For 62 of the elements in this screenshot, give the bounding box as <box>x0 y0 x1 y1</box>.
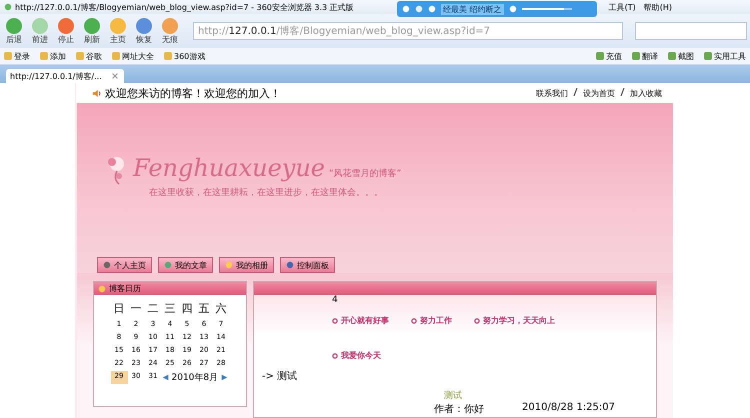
track-title: 经最美 绍约断之 <box>441 4 504 14</box>
bullet-icon <box>411 318 417 324</box>
top-link[interactable]: 设为首页 <box>583 88 615 98</box>
stop-button[interactable]: 停止 <box>55 18 77 44</box>
slash-divider-icon <box>620 88 625 96</box>
bookmark-link[interactable]: 谷歌 <box>76 50 102 62</box>
weekday-label: 二 <box>146 301 160 316</box>
blog-motto: 在这里收获，在这里耕耘，在这里进步，在这里体会。。。 <box>148 186 384 199</box>
weekday-label: 三 <box>164 301 176 316</box>
weekday-label: 六 <box>214 301 228 316</box>
post-author: 作者：你好 <box>434 402 484 416</box>
nav-tab[interactable]: 控制面板 <box>280 257 335 273</box>
blog-subtitle: “风花雪月的博客” <box>329 168 402 180</box>
count-text: 4 <box>331 295 339 305</box>
search-field[interactable] <box>635 22 747 40</box>
bookmark-link[interactable]: 360游戏 <box>164 50 206 62</box>
post-title: 测试 <box>443 390 463 402</box>
bullet-icon <box>332 318 338 324</box>
weekday-label: 一 <box>130 301 142 316</box>
forward-arrow-button[interactable]: 前进 <box>29 18 51 44</box>
home-button[interactable]: 主页 <box>107 18 129 44</box>
bookmark-link[interactable]: 网址大全 <box>112 50 154 62</box>
bookmark-link[interactable]: 添加 <box>40 50 66 62</box>
post-link[interactable]: 努力工作 <box>411 315 452 326</box>
next-arrow-icon[interactable] <box>221 374 228 381</box>
tool-link[interactable]: 截图 <box>668 50 694 62</box>
month-label: 2010年8月 <box>172 372 218 384</box>
post-link[interactable]: 努力学习，天天向上 <box>474 315 555 326</box>
tool-link[interactable]: 实用工具 <box>704 50 746 62</box>
menu-item[interactable]: 帮助(H) <box>644 2 672 12</box>
refresh-button[interactable]: 刷新 <box>81 18 103 44</box>
speaker-icon <box>92 88 101 98</box>
top-link[interactable]: 加入收藏 <box>630 88 662 98</box>
window-title: http://127.0.0.1/博客/Blogyemian/web_blog_view.asp?id=7 - 360安全浏览器 3.3 正式版 <box>15 2 354 12</box>
menu-item[interactable]: 工具(T) <box>608 2 636 12</box>
section-heading: -> 测试 <box>261 370 298 383</box>
bullet-icon <box>332 352 338 358</box>
close-icon[interactable] <box>112 73 118 79</box>
nav-tab[interactable]: 我的文章 <box>158 257 213 273</box>
nav-tab[interactable]: 我的相册 <box>219 257 274 273</box>
post-date: 2010/8/28 1:25:07 <box>522 402 616 415</box>
bookmark-link[interactable]: 登录 <box>4 50 30 62</box>
top-link[interactable]: 联系我们 <box>536 88 568 98</box>
nav-tab[interactable]: 个人主页 <box>97 257 152 273</box>
prev-arrow-icon[interactable] <box>162 374 168 381</box>
blog-logo: Fenghuaxueyue <box>133 155 325 181</box>
browser-tab[interactable]: http://127.0.0.1/博客/... <box>6 69 124 83</box>
panel-title: 博客日历 <box>109 283 141 294</box>
bullet-icon <box>474 318 480 324</box>
slash-divider-icon <box>573 88 578 96</box>
undo-arrow-button[interactable]: 恢复 <box>133 18 155 44</box>
tool-link[interactable]: 翻译 <box>632 50 658 62</box>
post-link[interactable]: 我爱你今天 <box>332 350 381 361</box>
weekday-label: 四 <box>180 301 194 316</box>
back-arrow-button[interactable]: 后退 <box>3 18 25 44</box>
weekday-label: 五 <box>198 301 210 316</box>
welcome-text: 欢迎您来访的博客！欢迎您的加入！ <box>105 86 281 100</box>
paw-button[interactable]: 无痕 <box>159 18 181 44</box>
address-bar[interactable]: http://127.0.0.1/博客/Blogyemian/web_blog_view.asp?id=7 <box>193 22 623 40</box>
post-link[interactable]: 开心就有好事 <box>332 315 389 326</box>
tool-link[interactable]: 充值 <box>596 50 622 62</box>
weekday-label: 日 <box>112 301 126 316</box>
